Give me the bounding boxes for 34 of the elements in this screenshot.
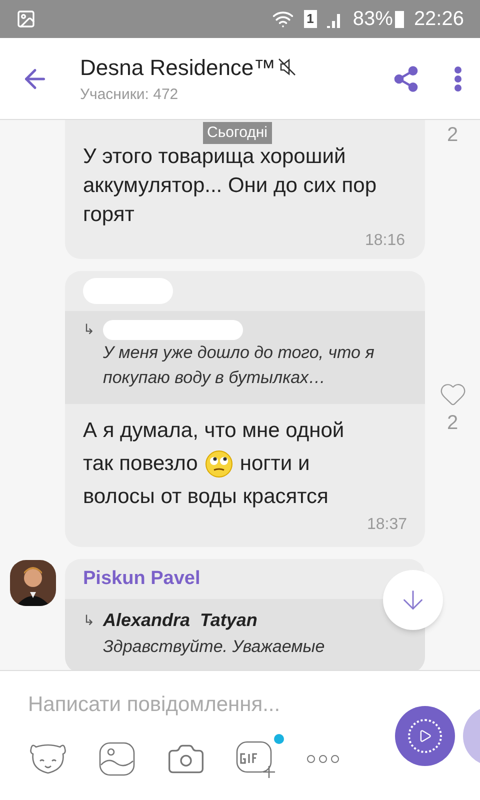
gallery-icon[interactable] xyxy=(98,741,136,777)
like-count: 2 xyxy=(446,123,458,148)
message-text: У этого товарища хороший аккумулятор... Они до сих пор горят xyxy=(83,144,378,228)
reply-arrow: ↳ xyxy=(83,611,95,630)
play-icon xyxy=(408,719,442,753)
battery-level: 83% xyxy=(352,7,393,32)
gallery-icon xyxy=(16,9,36,29)
like-count: 2 xyxy=(446,411,458,436)
message-text: волосы от воды красятся xyxy=(83,484,328,510)
date-badge: Сьогодні xyxy=(203,122,272,144)
menu-button[interactable] xyxy=(454,66,462,92)
menu-icon xyxy=(454,66,462,92)
quote-block[interactable]: ↳ Alexandra Tatyan Здравствуйте. Уважаемые xyxy=(65,599,425,670)
quote-text: Здравствуйте. Уважаемые xyxy=(102,636,326,658)
message-text: ногти и xyxy=(240,451,310,477)
sim-indicator: 1 xyxy=(304,10,317,28)
battery-icon xyxy=(394,10,404,28)
quote-author: Alexandra Tatyan xyxy=(103,609,258,632)
clock: 22:26 xyxy=(414,7,464,32)
reply-arrow: ↳ xyxy=(83,320,95,339)
share-button[interactable] xyxy=(392,64,420,92)
participants-count: Учасники: 472 xyxy=(80,84,180,105)
quote-text: У меня уже дошло до того, что я покупаю воду в бутылках… xyxy=(102,342,376,389)
quote-block[interactable]: ↳ У меня уже дошло до того, что я покупаю воду в бутылках… xyxy=(65,311,425,404)
message-time: 18:16 xyxy=(364,231,405,251)
message-input[interactable]: Написати повідомлення... xyxy=(28,689,368,720)
chat-title[interactable]: Desna Residence™ xyxy=(80,50,276,84)
gif-icon[interactable] xyxy=(236,740,276,778)
message-text: так повезло xyxy=(83,451,198,477)
message-text: А я думала, что мне одной xyxy=(83,418,344,444)
message-time: 18:37 xyxy=(366,515,407,535)
more-icon[interactable] xyxy=(306,754,340,764)
sender-name[interactable]: Piskun Pavel xyxy=(83,564,200,594)
share-icon xyxy=(392,64,420,92)
